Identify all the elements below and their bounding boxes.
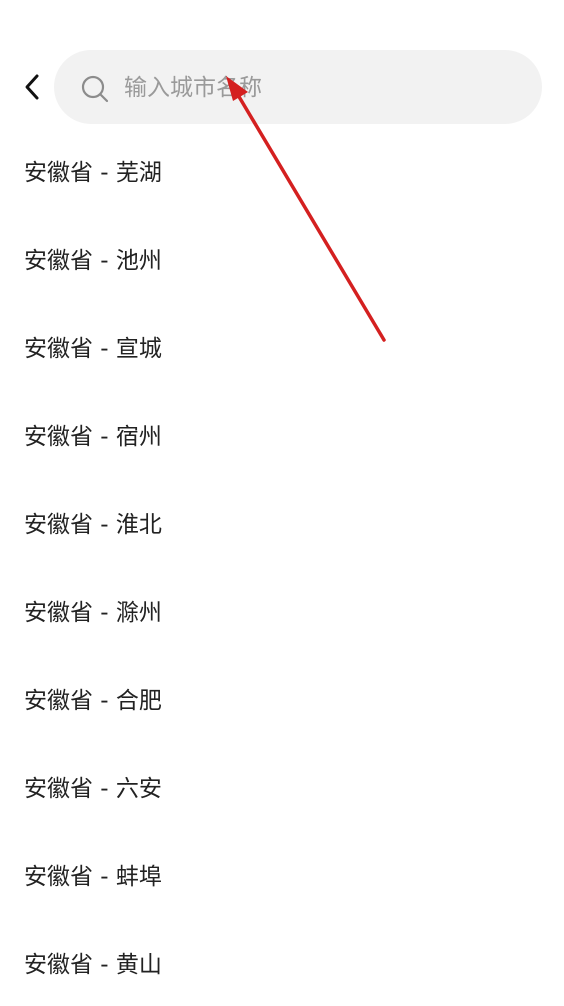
city-label: 安徽省 - 池州 xyxy=(24,248,162,274)
city-list: 安徽省 - 芜湖 安徽省 - 池州 安徽省 - 宣城 安徽省 - 宿州 安徽省 … xyxy=(0,126,564,1006)
city-list-item[interactable]: 安徽省 - 蚌埠 xyxy=(0,830,564,918)
city-list-item[interactable]: 安徽省 - 淮北 xyxy=(0,478,564,566)
city-label: 安徽省 - 芜湖 xyxy=(24,160,162,186)
city-label: 安徽省 - 淮北 xyxy=(24,512,162,538)
city-list-item[interactable]: 安徽省 - 合肥 xyxy=(0,654,564,742)
city-label: 安徽省 - 宿州 xyxy=(24,424,162,450)
chevron-left-icon xyxy=(25,74,39,100)
city-list-item[interactable]: 安徽省 - 滁州 xyxy=(0,566,564,654)
search-header xyxy=(0,48,564,126)
city-list-item[interactable]: 安徽省 - 六安 xyxy=(0,742,564,830)
city-label: 安徽省 - 蚌埠 xyxy=(24,864,162,890)
city-list-item[interactable]: 安徽省 - 宿州 xyxy=(0,390,564,478)
search-bar[interactable] xyxy=(54,50,542,124)
city-label: 安徽省 - 宣城 xyxy=(24,336,162,362)
city-label: 安徽省 - 六安 xyxy=(24,776,162,802)
city-label: 安徽省 - 合肥 xyxy=(24,688,162,714)
search-icon xyxy=(81,75,109,103)
city-label: 安徽省 - 黄山 xyxy=(24,952,162,978)
city-list-item[interactable]: 安徽省 - 芜湖 xyxy=(0,126,564,214)
city-label: 安徽省 - 滁州 xyxy=(24,600,162,626)
city-list-item[interactable]: 安徽省 - 黄山 xyxy=(0,918,564,1006)
back-button[interactable] xyxy=(14,66,50,108)
city-list-item[interactable]: 安徽省 - 宣城 xyxy=(0,302,564,390)
city-list-item[interactable]: 安徽省 - 池州 xyxy=(0,214,564,302)
search-input[interactable] xyxy=(124,66,514,110)
